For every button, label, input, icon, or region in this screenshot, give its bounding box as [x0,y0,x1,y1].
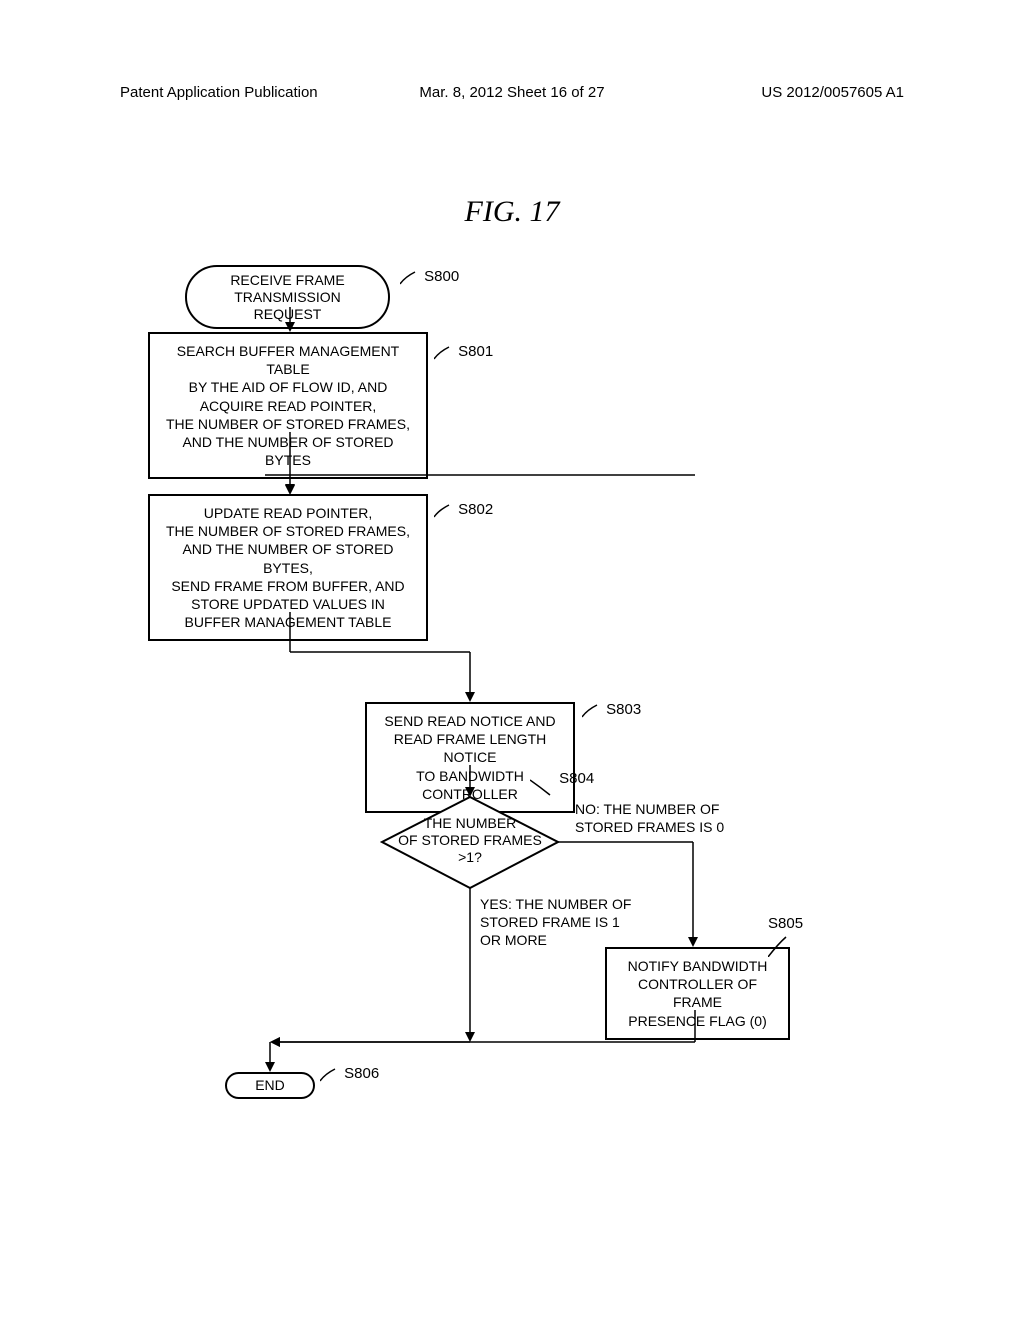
figure-title: FIG. 17 [465,195,560,229]
label-s805: S805 [768,915,803,957]
page-header: Patent Application Publication Mar. 8, 2… [0,84,1024,101]
step-s806: END [225,1072,315,1099]
step-s804-text: THE NUMBER OF STORED FRAMES >1? [398,815,542,865]
label-s803: S803 [582,701,641,718]
label-s802: S802 [434,501,493,518]
edge-yes: YES: THE NUMBER OF STORED FRAME IS 1 OR … [480,895,631,950]
header-right: US 2012/0057605 A1 [761,84,904,101]
edge-no: NO: THE NUMBER OF STORED FRAMES IS 0 [575,800,724,836]
step-s806-text: END [255,1077,285,1093]
label-s800: S800 [400,268,459,285]
step-s804: THE NUMBER OF STORED FRAMES >1? [380,795,560,885]
label-s806: S806 [320,1065,379,1082]
label-s804: S804 [530,777,594,797]
header-left: Patent Application Publication [120,84,318,101]
header-center: Mar. 8, 2012 Sheet 16 of 27 [419,84,604,101]
label-s801: S801 [434,343,493,360]
